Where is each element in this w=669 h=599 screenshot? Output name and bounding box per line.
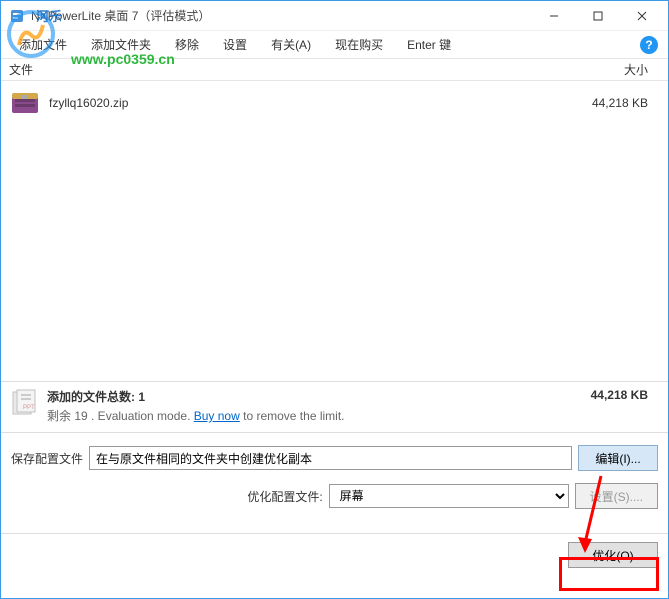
column-header-file[interactable]: 文件: [9, 61, 580, 78]
menu-add-folder[interactable]: 添加文件夹: [79, 32, 163, 57]
menu-enter-key[interactable]: Enter 键: [395, 32, 463, 57]
menu-settings[interactable]: 设置: [211, 32, 259, 57]
status-doc-icon: PPT: [9, 388, 39, 418]
status-total-size: 44,218 KB: [591, 388, 660, 402]
titlebar: NXPowerLite 桌面 7（评估模式）: [1, 1, 668, 31]
bottom-buttons: 优化(O): [1, 533, 668, 578]
column-header-size[interactable]: 大小: [580, 61, 660, 78]
file-list[interactable]: fzyllq16020.zip 44,218 KB: [1, 81, 668, 381]
app-icon: [9, 8, 25, 24]
status-eval-notice: 剩余 19 . Evaluation mode. Buy now to remo…: [47, 407, 591, 424]
close-button[interactable]: [620, 2, 664, 30]
bottom-panel: 保存配置文件 编辑(I)... 优化配置文件: 屏幕 设置(S)....: [1, 432, 668, 533]
status-total-files: 添加的文件总数: 1: [47, 388, 591, 405]
optimize-profile-dropdown[interactable]: 屏幕: [329, 484, 569, 508]
menu-buy-now[interactable]: 现在购买: [323, 32, 395, 57]
settings-button[interactable]: 设置(S)....: [575, 483, 658, 509]
menu-about[interactable]: 有关(A): [259, 32, 323, 57]
save-profile-label: 保存配置文件: [11, 450, 83, 467]
edit-button[interactable]: 编辑(I)...: [578, 445, 658, 471]
menu-remove[interactable]: 移除: [163, 32, 211, 57]
table-row[interactable]: fzyllq16020.zip 44,218 KB: [1, 81, 668, 125]
status-bar: PPT 添加的文件总数: 1 剩余 19 . Evaluation mode. …: [1, 381, 668, 432]
maximize-button[interactable]: [576, 2, 620, 30]
buy-now-link[interactable]: Buy now: [194, 409, 240, 423]
file-size: 44,218 KB: [580, 96, 660, 110]
optimize-profile-label: 优化配置文件:: [247, 488, 322, 505]
save-profile-input[interactable]: [89, 446, 572, 470]
file-name: fzyllq16020.zip: [49, 96, 580, 110]
optimize-button[interactable]: 优化(O): [568, 542, 658, 568]
minimize-button[interactable]: [532, 2, 576, 30]
menubar: 添加文件 添加文件夹 移除 设置 有关(A) 现在购买 Enter 键 ?: [1, 31, 668, 59]
help-icon[interactable]: ?: [640, 36, 658, 54]
menu-add-file[interactable]: 添加文件: [7, 32, 79, 57]
svg-text:PPT: PPT: [23, 405, 35, 411]
zip-file-icon: [9, 87, 41, 119]
list-header: 文件 大小: [1, 59, 668, 81]
window-title: NXPowerLite 桌面 7（评估模式）: [31, 7, 532, 24]
